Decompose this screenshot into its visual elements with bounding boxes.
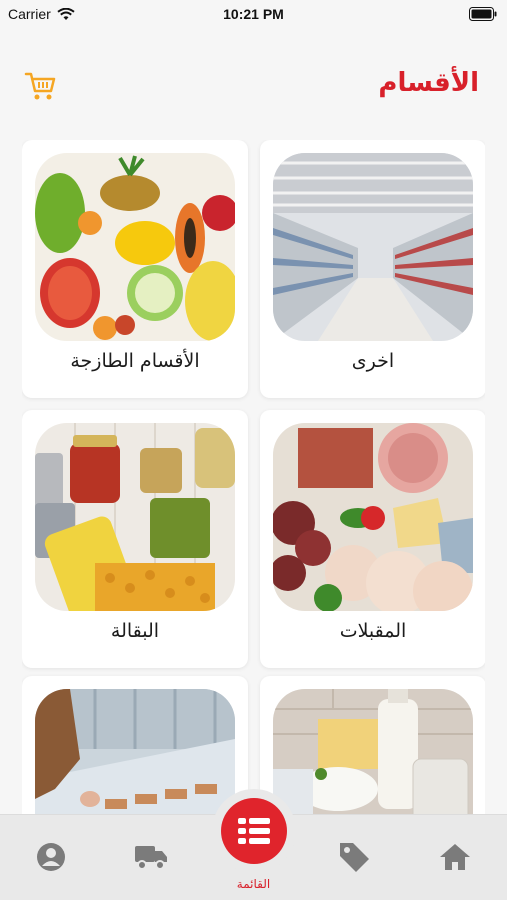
category-card-fresh[interactable]: الأقسام الطازجة bbox=[22, 140, 248, 398]
category-card-others[interactable]: اخرى bbox=[260, 140, 485, 398]
cart-button[interactable] bbox=[24, 70, 58, 106]
category-image-cold-cuts bbox=[273, 423, 473, 611]
tab-menu-label: القائمة bbox=[236, 877, 271, 891]
menu-list-icon bbox=[238, 818, 270, 844]
category-image-pantry bbox=[35, 423, 235, 611]
battery-icon bbox=[469, 7, 497, 21]
category-image-fruits bbox=[35, 153, 235, 341]
category-card-frozen[interactable] bbox=[22, 676, 248, 815]
status-time: 10:21 PM bbox=[223, 6, 284, 22]
home-icon bbox=[440, 844, 470, 870]
category-card-appetizers[interactable]: المقبلات bbox=[260, 410, 485, 668]
tag-icon bbox=[340, 843, 369, 872]
tab-delivery[interactable] bbox=[127, 837, 177, 877]
tab-home[interactable] bbox=[430, 837, 480, 877]
category-card-dairy[interactable] bbox=[260, 676, 485, 815]
tab-offers[interactable] bbox=[329, 837, 379, 877]
page-header: الأقسام bbox=[0, 62, 507, 112]
user-icon bbox=[37, 843, 65, 871]
tab-menu[interactable] bbox=[212, 789, 296, 873]
tab-profile[interactable] bbox=[26, 837, 76, 877]
category-label: البقالة bbox=[110, 620, 160, 642]
category-label: اخرى bbox=[351, 350, 395, 372]
category-image-frozen bbox=[35, 689, 235, 815]
category-card-grocery[interactable]: البقالة bbox=[22, 410, 248, 668]
category-grid: اخرى الأقسام الطازجة المقبلات البقالة bbox=[22, 140, 485, 815]
category-image-dairy bbox=[273, 689, 473, 815]
cart-icon bbox=[24, 72, 56, 100]
menu-button[interactable] bbox=[221, 798, 287, 864]
category-image-supermarket bbox=[273, 153, 473, 341]
truck-icon bbox=[135, 846, 167, 870]
status-bar: Carrier 10:21 PM bbox=[0, 0, 507, 30]
category-label: الأقسام الطازجة bbox=[70, 350, 200, 372]
bottom-tab-bar: القائمة bbox=[0, 789, 507, 900]
page-title: الأقسام bbox=[378, 68, 479, 98]
category-label: المقبلات bbox=[339, 620, 407, 642]
